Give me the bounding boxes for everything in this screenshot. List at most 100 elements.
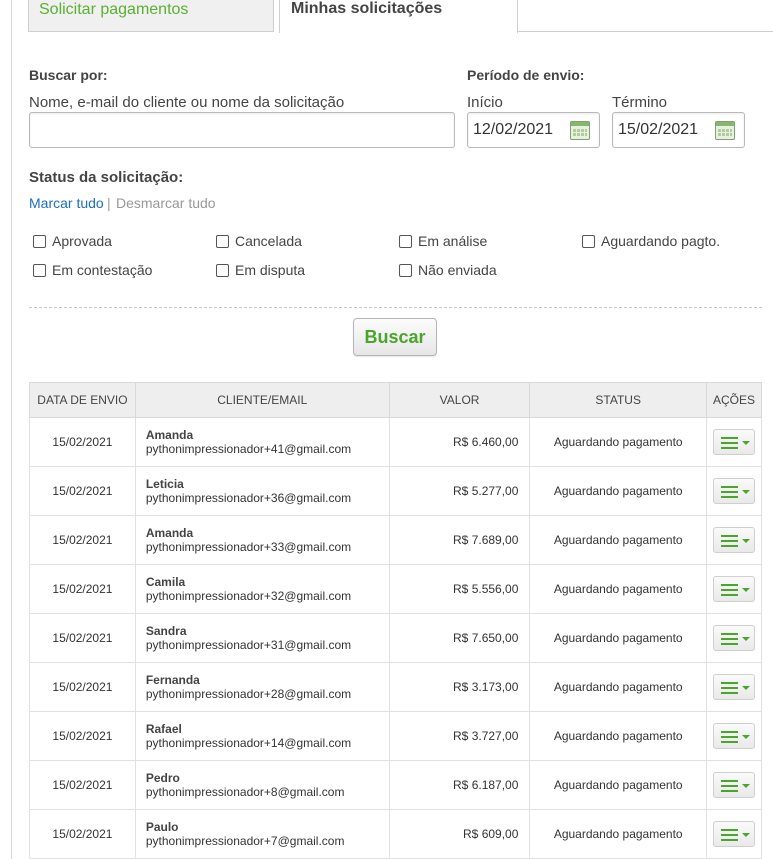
- table-row: 15/02/2021 Fernanda pythonimpressionador+…: [29, 662, 762, 712]
- page-left-border: [11, 0, 12, 859]
- checkbox-em-contestacao[interactable]: Em contestação: [33, 262, 152, 278]
- actions-menu-button[interactable]: [713, 821, 755, 847]
- checkbox-em-analise[interactable]: Em análise: [399, 233, 487, 249]
- start-date-input[interactable]: [468, 113, 566, 147]
- caret-down-icon: [742, 588, 750, 592]
- search-button[interactable]: Buscar: [353, 318, 437, 356]
- hamburger-menu-icon: [721, 829, 738, 841]
- caret-down-icon: [742, 833, 750, 837]
- cell-value: R$ 3.173,00: [388, 662, 531, 712]
- checkbox-cancelada[interactable]: Cancelada: [216, 233, 302, 249]
- checkbox-em-disputa[interactable]: Em disputa: [216, 262, 305, 278]
- requests-table: DATA DE ENVIO CLIENTE/EMAIL VALOR STATUS…: [29, 382, 762, 859]
- cell-status: Aguardando pagamento: [529, 711, 708, 761]
- column-header-date: DATA DE ENVIO: [29, 382, 136, 418]
- caret-down-icon: [742, 490, 750, 494]
- column-header-value: VALOR: [388, 382, 531, 418]
- calendar-icon[interactable]: [570, 121, 590, 140]
- client-email: pythonimpressionador+7@gmail.com: [145, 834, 345, 848]
- tab-my-requests[interactable]: Minhas solicitações: [279, 0, 518, 33]
- checkbox-box[interactable]: [33, 234, 46, 248]
- cell-actions: [706, 662, 762, 712]
- section-divider: [29, 307, 762, 308]
- checkbox-label: Em análise: [418, 233, 488, 249]
- cell-date: 15/02/2021: [29, 466, 136, 516]
- deselect-all-link[interactable]: Desmarcar tudo: [116, 195, 216, 211]
- cell-status: Aguardando pagamento: [529, 417, 708, 467]
- client-name: Rafael: [145, 722, 182, 736]
- cell-date: 15/02/2021: [29, 662, 136, 712]
- checkbox-box[interactable]: [216, 234, 229, 248]
- client-name: Pedro: [145, 771, 180, 785]
- cell-value: R$ 609,00: [388, 809, 531, 859]
- column-header-client: CLIENTE/EMAIL: [134, 382, 390, 418]
- search-input[interactable]: [29, 112, 455, 148]
- table-row: 15/02/2021 Rafael pythonimpressionador+14…: [29, 711, 762, 761]
- cell-client: Sandra pythonimpressionador+31@gmail.com: [134, 613, 390, 663]
- client-name: Paulo: [145, 820, 179, 834]
- cell-value: R$ 7.689,00: [388, 515, 531, 565]
- client-email: pythonimpressionador+32@gmail.com: [145, 589, 352, 603]
- search-by-hint: Nome, e-mail do cliente ou nome da solic…: [29, 94, 345, 111]
- cell-status: Aguardando pagamento: [529, 809, 708, 859]
- search-by-label: Buscar por:: [29, 67, 108, 83]
- cell-actions: [706, 613, 762, 663]
- cell-status: Aguardando pagamento: [529, 466, 708, 516]
- checkbox-aguardando-pagto[interactable]: Aguardando pagto.: [582, 233, 720, 249]
- cell-actions: [706, 809, 762, 859]
- actions-menu-button[interactable]: [713, 772, 755, 798]
- end-date-input[interactable]: [613, 113, 711, 147]
- checkbox-box[interactable]: [33, 263, 46, 277]
- cell-status: Aguardando pagamento: [529, 613, 708, 663]
- checkbox-nao-enviada[interactable]: Não enviada: [399, 262, 497, 278]
- hamburger-menu-icon: [721, 584, 738, 596]
- checkbox-box[interactable]: [216, 263, 229, 277]
- actions-menu-button[interactable]: [713, 429, 755, 455]
- actions-menu-button[interactable]: [713, 723, 755, 749]
- checkbox-label: Aprovada: [52, 233, 112, 249]
- status-filter-label: Status da solicitação:: [29, 169, 184, 186]
- tab-bar: Solicitar pagamentos Minhas solicitações: [28, 0, 773, 33]
- actions-menu-button[interactable]: [713, 576, 755, 602]
- start-date-label: Início: [467, 94, 503, 111]
- cell-value: R$ 6.187,00: [388, 760, 531, 810]
- actions-menu-button[interactable]: [713, 625, 755, 651]
- cell-date: 15/02/2021: [29, 564, 136, 614]
- start-date-field: [467, 112, 600, 148]
- cell-actions: [706, 564, 762, 614]
- actions-menu-button[interactable]: [713, 478, 755, 504]
- cell-actions: [706, 711, 762, 761]
- table-row: 15/02/2021 Paulo pythonimpressionador+7@g…: [29, 809, 762, 859]
- checkbox-box[interactable]: [399, 263, 412, 277]
- calendar-icon[interactable]: [715, 121, 735, 140]
- link-separator: |: [107, 195, 111, 211]
- client-email: pythonimpressionador+33@gmail.com: [145, 540, 352, 554]
- checkbox-box[interactable]: [582, 234, 595, 248]
- cell-value: R$ 7.650,00: [388, 613, 531, 663]
- caret-down-icon: [742, 686, 750, 690]
- checkbox-label: Cancelada: [235, 233, 302, 249]
- table-header-row: DATA DE ENVIO CLIENTE/EMAIL VALOR STATUS…: [29, 382, 762, 418]
- checkbox-label: Em disputa: [235, 262, 306, 278]
- client-name: Camila: [145, 575, 186, 589]
- checkbox-box[interactable]: [399, 234, 412, 248]
- actions-menu-button[interactable]: [713, 527, 755, 553]
- actions-menu-button[interactable]: [713, 674, 755, 700]
- caret-down-icon: [742, 637, 750, 641]
- select-all-link[interactable]: Marcar tudo: [29, 195, 104, 211]
- cell-value: R$ 6.460,00: [388, 417, 531, 467]
- table-row: 15/02/2021 Pedro pythonimpressionador+8@g…: [29, 760, 762, 810]
- client-email: pythonimpressionador+31@gmail.com: [145, 638, 352, 652]
- caret-down-icon: [742, 441, 750, 445]
- column-header-actions: AÇÕES: [706, 382, 762, 418]
- client-name: Amanda: [145, 428, 194, 442]
- column-header-status: STATUS: [529, 382, 708, 418]
- cell-client: Amanda pythonimpressionador+33@gmail.com: [134, 515, 390, 565]
- client-email: pythonimpressionador+36@gmail.com: [145, 491, 352, 505]
- table-row: 15/02/2021 Amanda pythonimpressionador+33…: [29, 515, 762, 565]
- tab-request-payments[interactable]: Solicitar pagamentos: [28, 0, 274, 32]
- checkbox-aprovada[interactable]: Aprovada: [33, 233, 112, 249]
- cell-date: 15/02/2021: [29, 809, 136, 859]
- cell-client: Paulo pythonimpressionador+7@gmail.com: [134, 809, 390, 859]
- cell-status: Aguardando pagamento: [529, 564, 708, 614]
